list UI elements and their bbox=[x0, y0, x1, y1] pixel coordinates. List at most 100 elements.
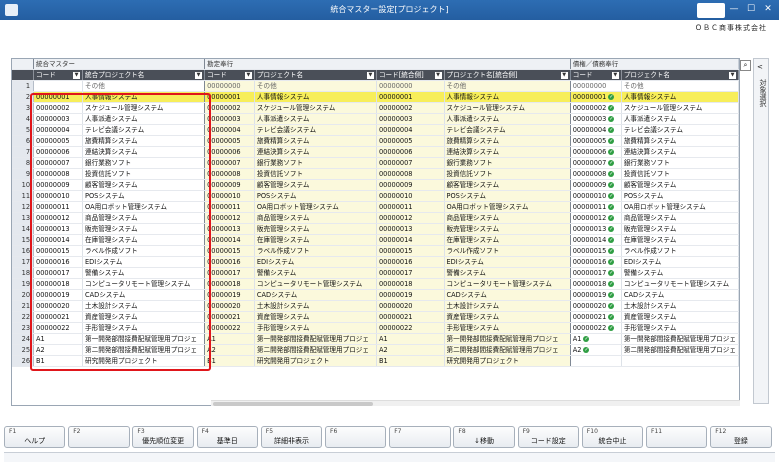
cell[interactable]: 00000021 bbox=[376, 311, 445, 323]
cell[interactable]: 00000013 bbox=[376, 223, 445, 235]
cell[interactable]: 00000021 bbox=[33, 311, 84, 323]
cell[interactable]: 旅費精算システム bbox=[444, 135, 571, 147]
cell[interactable]: 警備システム bbox=[444, 267, 571, 279]
cell[interactable]: 研究開発用プロジェクト bbox=[254, 355, 377, 367]
cell[interactable]: 在庫管理システム bbox=[254, 234, 377, 246]
cell[interactable]: コンピュータリモート管理システム bbox=[82, 278, 206, 290]
cell[interactable]: 在庫管理システム bbox=[621, 234, 739, 246]
cell[interactable]: 00000001 bbox=[33, 91, 84, 103]
cell[interactable]: 警備システム bbox=[254, 267, 377, 279]
cell[interactable]: 00000020 bbox=[376, 300, 445, 312]
function-key-f5[interactable]: F5 詳細非表示 bbox=[260, 426, 323, 448]
cell[interactable]: 第二開発部間接費配賦管理用プロジェ bbox=[82, 344, 206, 356]
table-row[interactable]: 10 00000009 顧客管理システム 00000009 顧客管理システム 000000… bbox=[12, 179, 739, 191]
cell[interactable]: 00000015 bbox=[33, 245, 84, 257]
cell[interactable]: 00000018 bbox=[376, 278, 445, 290]
cell[interactable]: 00000017 bbox=[376, 267, 445, 279]
target-select-panel[interactable]: < 対象選択 bbox=[753, 58, 769, 404]
cell[interactable]: A1 bbox=[204, 333, 255, 345]
cell[interactable]: 00000007 ✓ bbox=[570, 157, 622, 169]
cell[interactable]: 00000006 ✓ bbox=[570, 146, 622, 158]
cell[interactable]: その他 bbox=[82, 80, 206, 92]
cell[interactable]: スケジュール管理システム bbox=[621, 102, 739, 114]
cell[interactable]: 手形管理システム bbox=[82, 322, 206, 334]
cell[interactable]: EDIシステム bbox=[254, 256, 377, 268]
cell[interactable]: 人事情報システム bbox=[82, 91, 206, 103]
cell[interactable]: 00000012 bbox=[33, 212, 84, 224]
cell[interactable]: ラベル作成ソフト bbox=[621, 245, 739, 257]
cell[interactable]: 第一開発部間接費配賦管理用プロジェ bbox=[621, 333, 739, 345]
cell[interactable] bbox=[33, 80, 84, 92]
cell[interactable] bbox=[621, 355, 739, 367]
function-key-f7[interactable]: F7 bbox=[389, 426, 451, 448]
cell[interactable]: テレビ会議システム bbox=[254, 124, 377, 136]
cell[interactable]: 投資信託ソフト bbox=[621, 168, 739, 180]
cell[interactable]: 00000002 bbox=[204, 102, 255, 114]
cell[interactable]: 00000015 ✓ bbox=[570, 245, 622, 257]
cell[interactable]: 人事情報システム bbox=[444, 91, 571, 103]
cell[interactable]: 00000012 ✓ bbox=[570, 212, 622, 224]
cell[interactable]: 00000007 bbox=[204, 157, 255, 169]
cell[interactable]: その他 bbox=[621, 80, 739, 92]
cell[interactable]: 00000009 ✓ bbox=[570, 179, 622, 191]
cell[interactable]: 00000018 ✓ bbox=[570, 278, 622, 290]
cell[interactable]: 00000013 bbox=[204, 223, 255, 235]
col-header-integrated-name[interactable]: 統合プロジェクト名 ▼ bbox=[82, 69, 206, 81]
cell[interactable]: 連結決算システム bbox=[444, 146, 571, 158]
col-header-project-name-saiken[interactable]: プロジェクト名 ▼ bbox=[621, 69, 739, 81]
cell[interactable]: 00000001 bbox=[204, 91, 255, 103]
cell[interactable]: 00000020 bbox=[204, 300, 255, 312]
table-row[interactable]: 3 00000002 スケジュール管理システム 00000002 スケジュール管理システ… bbox=[12, 102, 739, 114]
cell[interactable]: 00000014 ✓ bbox=[570, 234, 622, 246]
function-key-f1[interactable]: F1 ヘルプ bbox=[4, 426, 66, 448]
cell[interactable]: 00000009 bbox=[376, 179, 445, 191]
cell[interactable]: 銀行業務ソフト bbox=[254, 157, 377, 169]
cell[interactable]: 銀行業務ソフト bbox=[82, 157, 206, 169]
cell[interactable]: 00000001 bbox=[376, 91, 445, 103]
cell[interactable]: コンピュータリモート管理システム bbox=[444, 278, 571, 290]
cell[interactable]: 00000012 bbox=[376, 212, 445, 224]
cell[interactable]: 販売管理システム bbox=[254, 223, 377, 235]
cell[interactable]: ラベル作成ソフト bbox=[444, 245, 571, 257]
cell[interactable]: 00000022 ✓ bbox=[570, 322, 622, 334]
cell[interactable]: ラベル作成ソフト bbox=[254, 245, 377, 257]
cell[interactable]: 00000008 ✓ bbox=[570, 168, 622, 180]
cell[interactable]: OA用ロボット管理システム bbox=[82, 201, 206, 213]
cell[interactable]: POSシステム bbox=[621, 190, 739, 202]
cell[interactable]: 資産管理システム bbox=[621, 311, 739, 323]
cell[interactable]: 在庫管理システム bbox=[444, 234, 571, 246]
cell[interactable]: 00000018 bbox=[204, 278, 255, 290]
scrollbar-thumb[interactable] bbox=[213, 402, 373, 406]
cell[interactable]: 手形管理システム bbox=[444, 322, 571, 334]
cell[interactable]: CADシステム bbox=[82, 289, 206, 301]
cell[interactable]: 手形管理システム bbox=[621, 322, 739, 334]
cell[interactable]: 警備システム bbox=[621, 267, 739, 279]
cell[interactable]: 土木設計システム bbox=[444, 300, 571, 312]
cell[interactable]: 00000011 bbox=[376, 201, 445, 213]
table-row[interactable]: 22 00000021 資産管理システム 00000021 資産管理システム 000000… bbox=[12, 311, 739, 323]
cell[interactable]: B1 bbox=[376, 355, 445, 367]
cell[interactable]: 00000010 bbox=[376, 190, 445, 202]
cell[interactable]: 顧客管理システム bbox=[254, 179, 377, 191]
cell[interactable]: 土木設計システム bbox=[254, 300, 377, 312]
cell[interactable]: 00000010 bbox=[33, 190, 84, 202]
cell[interactable]: 00000022 bbox=[204, 322, 255, 334]
table-row[interactable]: 14 00000013 販売管理システム 00000013 販売管理システム 000000… bbox=[12, 223, 739, 235]
cell[interactable]: EDIシステム bbox=[82, 256, 206, 268]
cell[interactable]: 00000015 bbox=[204, 245, 255, 257]
function-key-f12[interactable]: F12 登録 bbox=[710, 426, 772, 448]
cell[interactable]: 00000019 bbox=[376, 289, 445, 301]
cell[interactable]: 商品管理システム bbox=[82, 212, 206, 224]
cell[interactable]: 資産管理システム bbox=[444, 311, 571, 323]
cell[interactable]: 販売管理システム bbox=[621, 223, 739, 235]
cell[interactable]: A1 ✓ bbox=[570, 333, 622, 345]
cell[interactable]: 顧客管理システム bbox=[621, 179, 739, 191]
cell[interactable]: B1 bbox=[204, 355, 255, 367]
cell[interactable]: 研究開発用プロジェクト bbox=[82, 355, 206, 367]
master-grid[interactable]: 統合マスター 勘定奉行 債権／債務奉行 コード ▼ 統合プロジェクト名 ▼ コード ▼… bbox=[11, 58, 740, 406]
table-row[interactable]: 21 00000020 土木設計システム 00000020 土木設計システム 000000… bbox=[12, 300, 739, 312]
cell[interactable]: その他 bbox=[254, 80, 377, 92]
cell[interactable]: 00000020 bbox=[33, 300, 84, 312]
dropdown-icon[interactable]: ▼ bbox=[560, 72, 568, 79]
cell[interactable]: 00000014 bbox=[376, 234, 445, 246]
